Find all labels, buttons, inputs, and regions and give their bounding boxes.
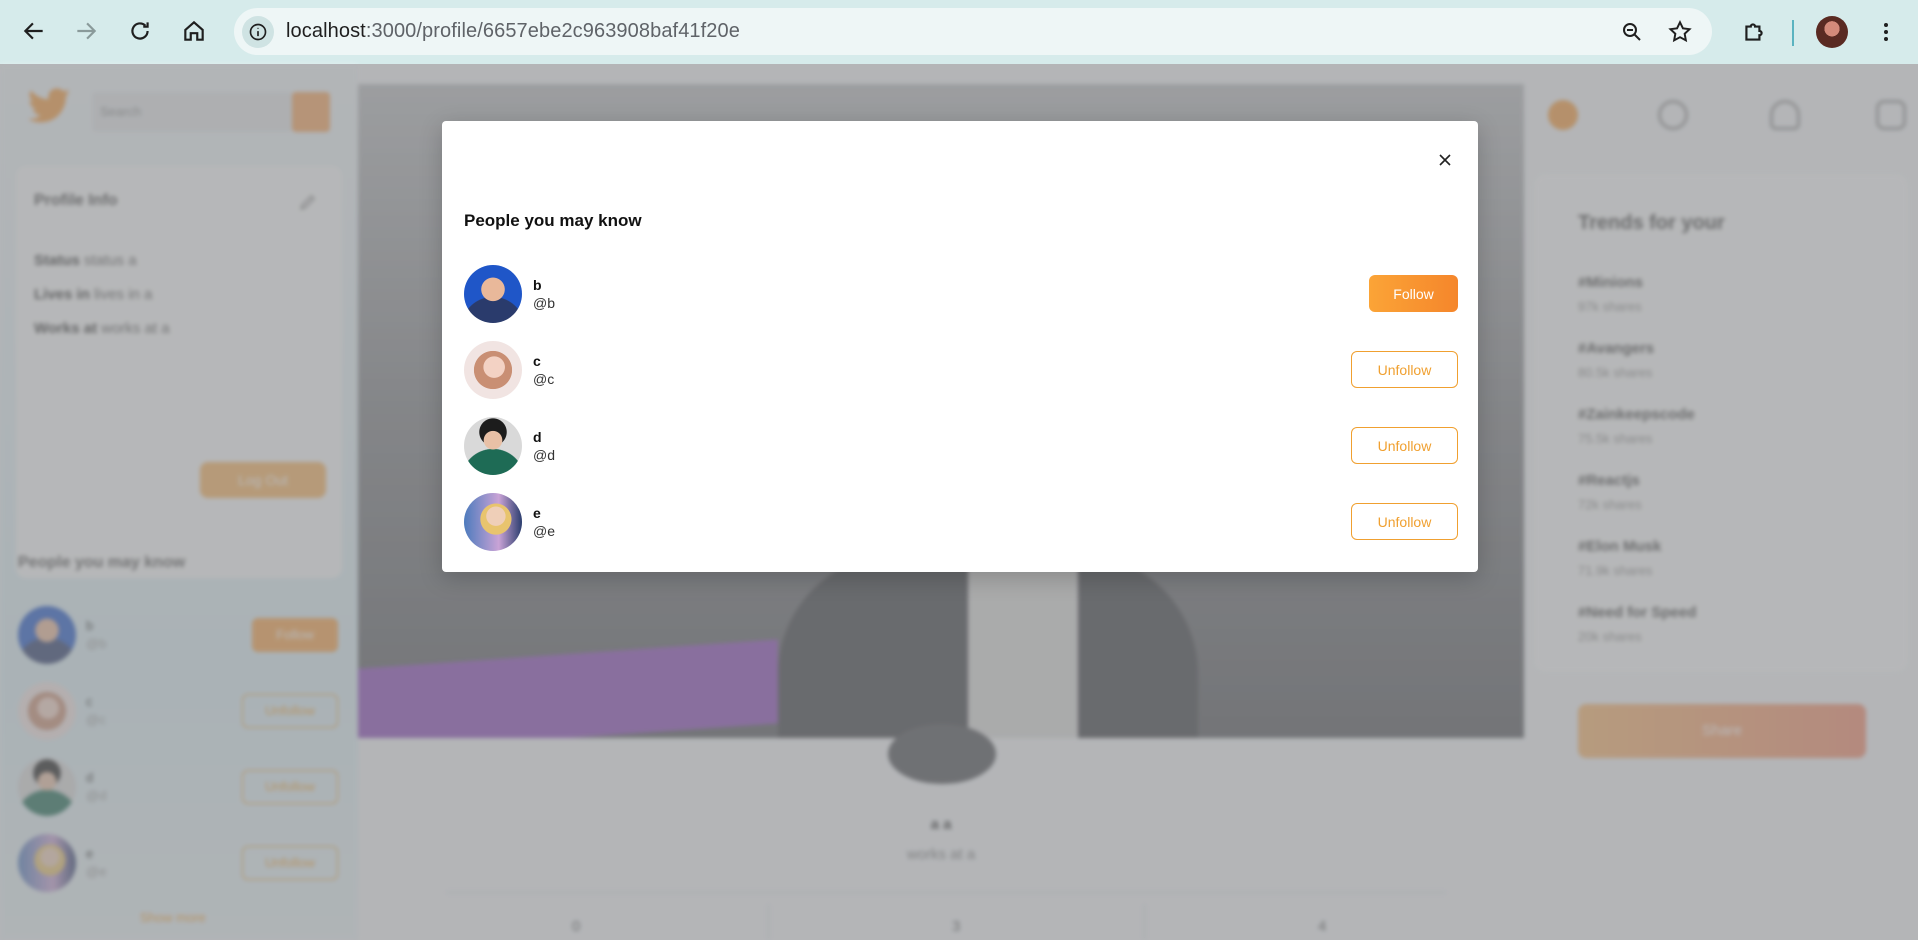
list-item: d @d Unfollow [464, 417, 1458, 477]
person-handle: @d [533, 447, 555, 463]
url-text: localhost:3000/profile/6657ebe2c963908ba… [286, 20, 740, 43]
avatar [1816, 16, 1848, 48]
avatar[interactable] [464, 265, 522, 323]
home-icon [184, 20, 204, 41]
url-path: :3000/profile/6657ebe2c963908baf41f20e [365, 20, 740, 42]
person-name: c [533, 353, 541, 369]
person-name: e [533, 505, 541, 521]
close-icon [1439, 154, 1451, 166]
arrow-left-icon [23, 22, 43, 40]
list-item: e @e Unfollow [464, 493, 1458, 553]
star-icon [1668, 20, 1692, 43]
info-icon [249, 23, 267, 40]
unfollow-button[interactable]: Unfollow [1351, 427, 1458, 464]
avatar[interactable] [464, 493, 522, 551]
unfollow-button[interactable]: Unfollow [1351, 351, 1458, 388]
unfollow-button[interactable]: Unfollow [1351, 503, 1458, 540]
modal-title: People you may know [464, 211, 642, 230]
kebab-menu-icon [1884, 23, 1888, 41]
back-button[interactable] [14, 11, 54, 51]
puzzle-icon [1745, 23, 1763, 41]
reload-button[interactable] [120, 11, 160, 51]
home-button[interactable] [174, 11, 214, 51]
person-name: b [533, 277, 542, 293]
list-item: c @c Unfollow [464, 341, 1458, 401]
avatar[interactable] [464, 341, 522, 399]
person-name: d [533, 429, 542, 445]
forward-button[interactable] [66, 11, 106, 51]
arrow-right-icon [77, 22, 97, 40]
extensions-button[interactable] [1734, 12, 1774, 52]
avatar[interactable] [464, 417, 522, 475]
zoom-button[interactable] [1618, 18, 1646, 46]
bookmark-button[interactable] [1666, 18, 1694, 46]
reload-icon [131, 22, 149, 40]
browser-menu-button[interactable] [1866, 12, 1906, 52]
list-item: b @b Follow [464, 265, 1458, 325]
site-info-button[interactable] [242, 15, 274, 48]
toolbar-divider [1792, 20, 1794, 46]
follow-button[interactable]: Follow [1369, 275, 1458, 312]
address-bar[interactable]: localhost:3000/profile/6657ebe2c963908ba… [234, 8, 1712, 55]
zoom-icon [1623, 23, 1641, 41]
person-handle: @e [533, 523, 555, 539]
url-host: localhost [286, 20, 366, 42]
people-you-may-know-modal: People you may know b @b Follow c @c Unf… [442, 121, 1478, 572]
person-handle: @c [533, 371, 555, 387]
profile-button[interactable] [1812, 12, 1852, 52]
close-button[interactable] [1432, 147, 1458, 173]
browser-toolbar: localhost:3000/profile/6657ebe2c963908ba… [0, 0, 1918, 64]
person-handle: @b [533, 295, 555, 311]
